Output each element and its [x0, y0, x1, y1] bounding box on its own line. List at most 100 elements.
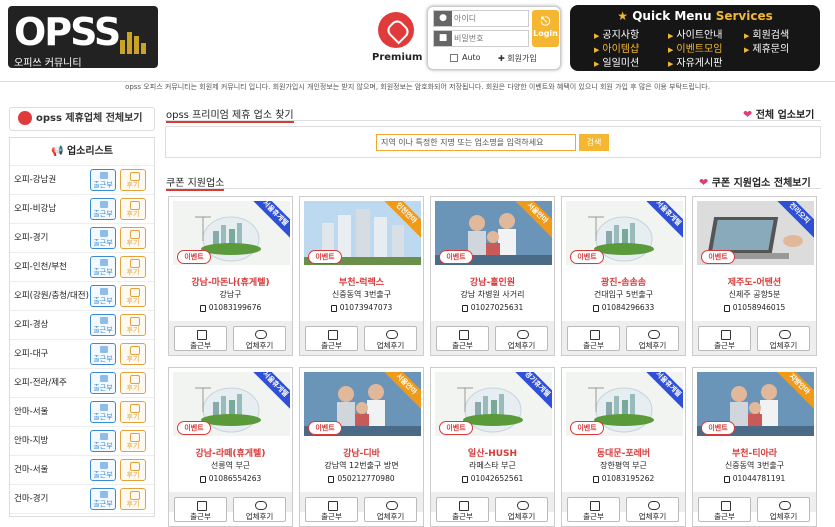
attendance-button[interactable]: 출근부: [174, 497, 227, 522]
login-button[interactable]: ⎋ Login: [532, 10, 559, 47]
review-button[interactable]: 후기: [120, 430, 146, 452]
venue-photo[interactable]: 서울휴게텔 이벤트: [173, 372, 290, 436]
venue-photo[interactable]: 전라오피 이벤트: [697, 201, 814, 265]
quick-menu-free-board[interactable]: ▶ 자유게시판: [668, 54, 722, 69]
venue-card[interactable]: 인천안마 이벤트 부천-럭렉스 신중동역 3번출구 01073947073 출근부 업체후기: [299, 196, 424, 356]
venue-title[interactable]: 강남-홀인원: [431, 275, 554, 288]
quick-menu-guide[interactable]: ▶ 사이트안내: [668, 26, 722, 41]
venue-photo[interactable]: 서울휴게텔 이벤트: [173, 201, 290, 265]
attendance-button[interactable]: 출근부: [174, 326, 227, 351]
review-button[interactable]: 후기: [120, 169, 146, 191]
attendance-button[interactable]: 출근부: [90, 285, 116, 307]
venue-card[interactable]: 서울안마 이벤트 강남-홀인원 강남 차병원 사거리 01027025631 출근부 업체후…: [430, 196, 555, 356]
attendance-button[interactable]: 출근부: [90, 314, 116, 336]
venue-photo[interactable]: 서울안마 이벤트: [435, 201, 552, 265]
venue-title[interactable]: 강남-마돈나(휴게텔): [169, 275, 292, 288]
venue-region-item[interactable]: 안마-지방 출근부 후기: [10, 427, 154, 456]
auto-login-checkbox[interactable]: Auto: [450, 53, 481, 62]
attendance-button[interactable]: 출근부: [90, 459, 116, 481]
venue-search-input[interactable]: 지역 이나 특정한 지명 또는 업소명을 입력하세요: [376, 134, 576, 151]
quick-menu-event[interactable]: ▶ 이벤트모임: [668, 40, 722, 55]
review-button[interactable]: 후기: [120, 256, 146, 278]
attendance-button[interactable]: 출근부: [90, 227, 116, 249]
review-button[interactable]: 후기: [120, 285, 146, 307]
venue-region-item[interactable]: 오피-인천/부천 출근부 후기: [10, 253, 154, 282]
region-name[interactable]: 안마-지방: [14, 427, 92, 456]
attendance-button[interactable]: 출근부: [305, 326, 358, 351]
review-button[interactable]: 후기: [120, 198, 146, 220]
venue-title[interactable]: 일산-HUSH: [431, 446, 554, 459]
region-name[interactable]: 건마-경기: [14, 485, 92, 514]
venue-region-item[interactable]: 건마-서울 출근부 후기: [10, 456, 154, 485]
review-button[interactable]: 업체후기: [233, 497, 286, 522]
review-button[interactable]: 업체후기: [233, 326, 286, 351]
attendance-button[interactable]: 출근부: [698, 326, 751, 351]
review-button[interactable]: 후기: [120, 372, 146, 394]
attendance-button[interactable]: 출근부: [90, 256, 116, 278]
venue-region-item[interactable]: 오피(강원/충청/대전) 출근부 후기: [10, 282, 154, 311]
region-name[interactable]: 오피-강남권: [14, 166, 92, 195]
attendance-button[interactable]: 출근부: [567, 497, 620, 522]
venue-photo[interactable]: 서울휴게텔 이벤트: [566, 201, 683, 265]
venue-photo[interactable]: 서울안마 이벤트: [304, 372, 421, 436]
site-logo[interactable]: OPSS 오피쓰 커뮤니티: [8, 6, 158, 69]
attendance-button[interactable]: 출근부: [90, 430, 116, 452]
venue-region-item[interactable]: 오피-전라/제주 출근부 후기: [10, 369, 154, 398]
review-button[interactable]: 업체후기: [757, 497, 810, 522]
region-name[interactable]: 안마-서울: [14, 398, 92, 427]
venue-title[interactable]: 강남-디바: [300, 446, 423, 459]
venue-card[interactable]: 전라오피 이벤트 제주도-어텐션 신제주 공항5분 01058946015 출근부 업체후기: [692, 196, 817, 356]
venue-region-item[interactable]: 오피-대구 출근부 후기: [10, 340, 154, 369]
review-button[interactable]: 업체후기: [364, 326, 417, 351]
venue-region-item[interactable]: 오피-경상 출근부 후기: [10, 311, 154, 340]
attendance-button[interactable]: 출근부: [567, 326, 620, 351]
attendance-button[interactable]: 출근부: [436, 497, 489, 522]
review-button[interactable]: 후기: [120, 401, 146, 423]
attendance-button[interactable]: 출근부: [90, 401, 116, 423]
attendance-button[interactable]: 출근부: [90, 169, 116, 191]
venue-card[interactable]: 서울휴게텔 이벤트 강남-마돈나(휴게텔) 강남구 01083199676 출근부 업체후기: [168, 196, 293, 356]
attendance-button[interactable]: 출근부: [698, 497, 751, 522]
venue-region-item[interactable]: 오피-경기 출근부 후기: [10, 224, 154, 253]
review-button[interactable]: 후기: [120, 343, 146, 365]
review-button[interactable]: 업체후기: [495, 326, 548, 351]
venue-title[interactable]: 제주도-어텐션: [693, 275, 816, 288]
id-input[interactable]: [454, 12, 526, 25]
quick-menu-daily-mission[interactable]: ▶ 일일미션: [594, 54, 639, 69]
region-name[interactable]: 건마-서울: [14, 456, 92, 485]
venue-title[interactable]: 광진-솜솜솜: [562, 275, 685, 288]
venue-region-item[interactable]: 오피-강남권 출근부 후기: [10, 166, 154, 195]
venue-photo[interactable]: 서울휴게텔 이벤트: [566, 372, 683, 436]
venue-card[interactable]: 서울안마 이벤트 강남-디바 강남역 12번출구 방면 050212770980 출근부 업…: [299, 367, 424, 527]
quick-menu-partnership[interactable]: ▶ 제휴문의: [744, 40, 789, 55]
attendance-button[interactable]: 출근부: [90, 343, 116, 365]
quick-menu-item-shop[interactable]: ▶ 아이템샵: [594, 40, 639, 55]
premium-button[interactable]: Premium: [372, 12, 422, 68]
venue-title[interactable]: 강남-라떼(휴게텔): [169, 446, 292, 459]
venue-region-item[interactable]: 안마-서울 출근부 후기: [10, 398, 154, 427]
region-name[interactable]: 오피(강원/충청/대전): [14, 282, 92, 311]
all-venues-link[interactable]: ❤ 전체 업소보기: [743, 106, 814, 121]
review-button[interactable]: 업체후기: [757, 326, 810, 351]
quick-menu-notice[interactable]: ▶ 공지사항: [594, 26, 639, 41]
join-link[interactable]: ✚ 회원가입: [498, 53, 537, 64]
venue-photo[interactable]: 지방안마 이벤트: [697, 372, 814, 436]
review-button[interactable]: 업체후기: [364, 497, 417, 522]
region-name[interactable]: 오피-인천/부천: [14, 253, 92, 282]
venue-card[interactable]: 서울휴게텔 이벤트 동대문-포레버 장한평역 부근 01083195262 출근부 업체후기: [561, 367, 686, 527]
review-button[interactable]: 후기: [120, 488, 146, 510]
partner-all-button[interactable]: opss 제휴업체 전체보기: [9, 107, 155, 131]
region-name[interactable]: 오피-대구: [14, 340, 92, 369]
attendance-button[interactable]: 출근부: [90, 372, 116, 394]
venue-card[interactable]: 경기휴게텔 이벤트 일산-HUSH 라페스타 부근 01042652561 출근부 업체후기: [430, 367, 555, 527]
attendance-button[interactable]: 출근부: [90, 198, 116, 220]
coupon-all-link[interactable]: ❤ 쿠폰 지원업소 전체보기: [699, 174, 811, 189]
venue-card[interactable]: 서울휴게텔 이벤트 광진-솜솜솜 건대입구 5번출구 01084296633 출근부 업체후…: [561, 196, 686, 356]
venue-photo[interactable]: 경기휴게텔 이벤트: [435, 372, 552, 436]
venue-card[interactable]: 지방안마 이벤트 부천-티아라 신중동역 3번출구 01044781191 출근부 업체후기: [692, 367, 817, 527]
region-name[interactable]: 오피-전라/제주: [14, 369, 92, 398]
review-button[interactable]: 업체후기: [495, 497, 548, 522]
review-button[interactable]: 업체후기: [626, 497, 679, 522]
review-button[interactable]: 후기: [120, 227, 146, 249]
region-name[interactable]: 오피-경상: [14, 311, 92, 340]
